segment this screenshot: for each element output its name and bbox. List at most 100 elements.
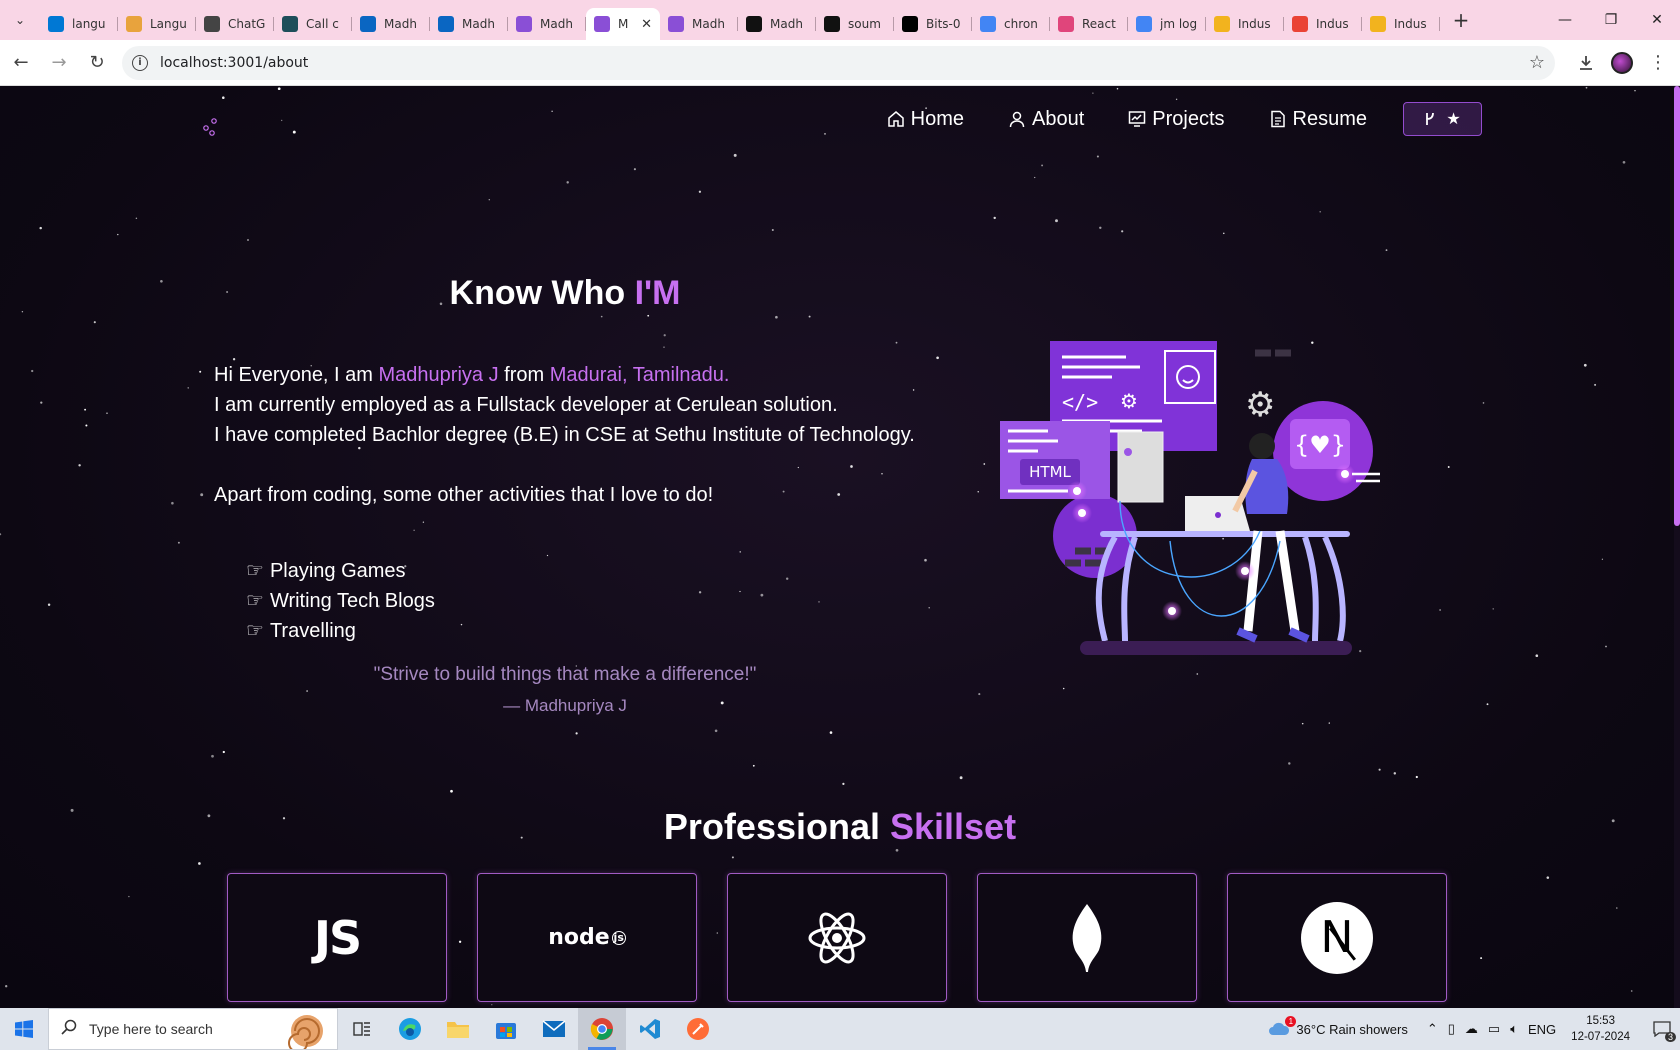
browser-menu-icon[interactable]: ⋮ [1641, 46, 1675, 80]
site-logo[interactable] [200, 114, 230, 136]
portfolio-icon [516, 16, 532, 32]
page-scrollbar[interactable] [1674, 86, 1680, 1008]
task-view-icon[interactable] [338, 1008, 386, 1050]
browser-tab[interactable]: Indus [1362, 8, 1440, 40]
device-icon[interactable]: ▯ [1448, 1021, 1455, 1037]
skill-card-nodejs[interactable]: node js [477, 873, 697, 1002]
volume-icon[interactable]: 🔈︎ [1510, 1021, 1518, 1037]
close-window-button[interactable]: ✕ [1634, 0, 1680, 40]
close-tab-icon[interactable]: ✕ [641, 17, 652, 32]
mail-icon[interactable] [530, 1008, 578, 1050]
postman-icon[interactable] [674, 1008, 722, 1050]
reload-icon[interactable]: ↻ [80, 46, 114, 80]
skill-card-react[interactable] [727, 873, 947, 1002]
site-info-icon[interactable]: i [132, 54, 148, 71]
tab-list: langu Langu ChatG Call c Madh Madh Madh M ✕ Madh M… [40, 0, 1440, 40]
tab-title: Madh [384, 17, 417, 31]
browser-tab[interactable]: ChatG [196, 8, 274, 40]
nav-projects[interactable]: Projects [1128, 108, 1225, 131]
nav-resume[interactable]: Resume [1269, 108, 1367, 131]
mongodb-icon [1072, 903, 1102, 972]
file-explorer-icon[interactable] [434, 1008, 482, 1050]
download-icon[interactable] [1569, 46, 1603, 80]
tab-title: M [618, 17, 629, 31]
browser-tab[interactable]: Bits-0 [894, 8, 972, 40]
browser-tab[interactable]: Call c [274, 8, 352, 40]
language-indicator[interactable]: ENG [1528, 1022, 1556, 1037]
clock[interactable]: 15:53 12-07-2024 [1571, 1013, 1630, 1045]
browser-tab[interactable]: soum [816, 8, 894, 40]
bio-place: Madurai, Tamilnadu. [549, 364, 730, 386]
weather-alert-badge: 1 [1285, 1016, 1297, 1027]
tab-title: Indus [1316, 17, 1349, 31]
git-fork-icon [1426, 112, 1435, 125]
bio-employment: I am currently employed as a Fullstack d… [214, 394, 838, 416]
forward-icon[interactable]: → [42, 46, 76, 80]
browser-tab[interactable]: Madh [660, 8, 738, 40]
browser-toolbar: ← → ↻ i localhost:3001/about ☆ ⋮ [0, 40, 1680, 86]
skill-card-javascript[interactable]: JS [227, 873, 447, 1002]
nav-home[interactable]: Home [887, 108, 964, 131]
tab-strip: ⌄ langu Langu ChatG Call c Madh Madh Madh M ✕ Mad… [0, 0, 1680, 40]
portfolio-about-page: Home About Projects Resume ★ Know Who I'… [0, 86, 1680, 1008]
github-icon [746, 16, 762, 32]
browser-tab[interactable]: Madh [352, 8, 430, 40]
linkedin-icon [438, 16, 454, 32]
network-icon[interactable]: ▭ [1488, 1021, 1500, 1037]
tab-title: Bits-0 [926, 17, 961, 31]
nav-home-label: Home [910, 107, 964, 130]
github-icon [824, 16, 840, 32]
minimize-button[interactable]: — [1542, 0, 1588, 40]
browser-tab[interactable]: M ✕ [586, 8, 660, 40]
tab-search-chevron-icon[interactable]: ⌄ [0, 0, 40, 40]
portfolio-icon [594, 16, 610, 32]
scrollbar-thumb[interactable] [1674, 86, 1680, 526]
activity-label: Travelling [269, 620, 356, 642]
back-icon[interactable]: ← [4, 46, 38, 80]
new-tab-button[interactable]: + [1446, 5, 1476, 35]
skill-card-mongodb[interactable] [977, 873, 1197, 1002]
activities-list: ☞ Playing Games ☞ Writing Tech Blogs ☞ Travel… [246, 556, 435, 646]
profile-avatar[interactable] [1605, 46, 1639, 80]
github-fork-star-button[interactable]: ★ [1403, 102, 1482, 136]
bio-activities-intro: Apart from coding, some other activities… [214, 484, 714, 506]
bookmark-star-icon[interactable]: ☆ [1529, 52, 1545, 73]
javascript-icon: JS [313, 910, 362, 965]
weather-widget[interactable]: 1 36°C Rain showers [1268, 1016, 1408, 1038]
activity-item: ☞ Writing Tech Blogs [246, 586, 435, 616]
windows-start-icon[interactable] [0, 1008, 48, 1050]
show-hidden-icons-chevron-icon[interactable]: ⌃ [1427, 1021, 1438, 1037]
onedrive-cloud-icon[interactable]: ☁ [1465, 1021, 1478, 1037]
google-icon [1136, 16, 1152, 32]
browser-tab[interactable]: Madh [508, 8, 586, 40]
skillset-heading-text: Professional [663, 806, 890, 847]
browser-tab[interactable]: Langu [118, 8, 196, 40]
skill-card-nextjs[interactable]: N [1227, 873, 1447, 1002]
taskbar-search[interactable]: Type here to search [48, 1008, 338, 1050]
browser-tab[interactable]: React [1050, 8, 1128, 40]
nodejs-label: node [548, 925, 610, 950]
clock-time: 15:53 [1586, 1015, 1615, 1027]
edge-icon[interactable] [386, 1008, 434, 1050]
about-heading-text: Know Who [449, 274, 635, 312]
url-text[interactable]: localhost:3001/about [160, 55, 308, 71]
restore-button[interactable]: ❐ [1588, 0, 1634, 40]
vscode-icon[interactable] [626, 1008, 674, 1050]
tab-title: Indus [1238, 17, 1271, 31]
browser-tab[interactable]: Indus [1206, 8, 1284, 40]
browser-tab[interactable]: Madh [430, 8, 508, 40]
chrome-icon[interactable] [578, 1008, 626, 1050]
microsoft-store-icon[interactable] [482, 1008, 530, 1050]
browser-tab[interactable]: langu [40, 8, 118, 40]
indus-icon [1370, 16, 1386, 32]
browser-tab[interactable]: jm log [1128, 8, 1206, 40]
notification-center-icon[interactable]: 3 [1644, 1008, 1680, 1050]
skillset-heading-accent: Skillset [890, 806, 1017, 847]
browser-tab[interactable]: Madh [738, 8, 816, 40]
browser-tab[interactable]: chron [972, 8, 1050, 40]
nav-about[interactable]: About [1008, 108, 1084, 131]
folder-icon [126, 16, 142, 32]
tab-title: chron [1004, 17, 1038, 31]
browser-tab[interactable]: Indus [1284, 8, 1362, 40]
address-bar[interactable]: i localhost:3001/about ☆ [122, 45, 1555, 80]
